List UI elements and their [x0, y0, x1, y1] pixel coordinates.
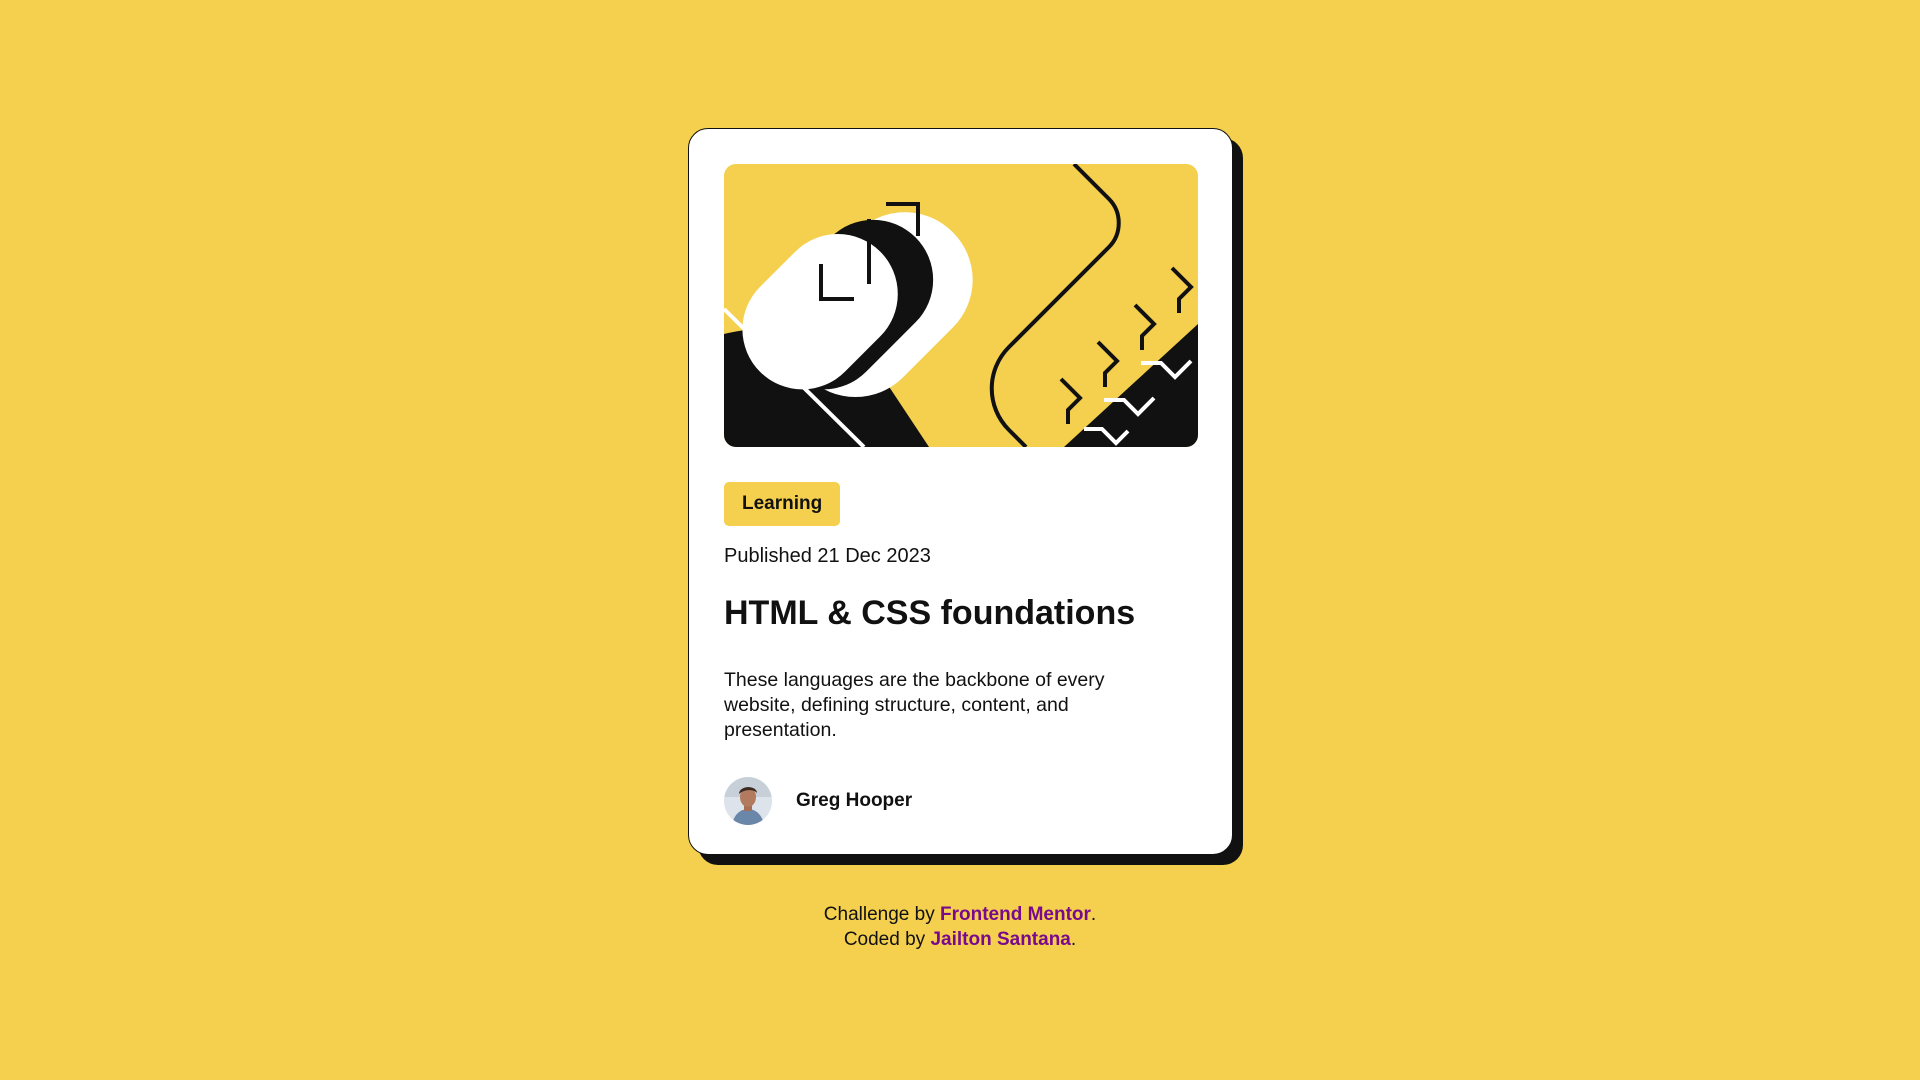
published-date: Published 21 Dec 2023: [724, 545, 931, 567]
blog-preview-card: Learning Published 21 Dec 2023 HTML & CS…: [688, 128, 1233, 855]
frontend-mentor-link[interactable]: Frontend Mentor: [940, 904, 1091, 925]
coded-line: Coded by Jailton Santana.: [0, 927, 1920, 952]
challenge-prefix: Challenge by: [823, 904, 935, 925]
avatar-icon: [724, 777, 772, 825]
author-link[interactable]: Jailton Santana: [930, 929, 1070, 950]
author-name: Greg Hooper: [796, 790, 913, 811]
coded-prefix: Coded by: [843, 929, 926, 950]
coded-period: .: [1070, 929, 1077, 950]
card-title[interactable]: HTML & CSS foundations: [724, 593, 1197, 633]
challenge-line: Challenge by Frontend Mentor.: [0, 902, 1920, 927]
code-brackets-illustration: [724, 164, 1198, 447]
category-tag: Learning: [724, 482, 841, 526]
challenge-period: .: [1090, 904, 1097, 925]
card-description: These languages are the backbone of ever…: [724, 669, 1105, 741]
author: Greg Hooper: [724, 777, 1197, 825]
attribution: Challenge by Frontend Mentor. Coded by J…: [0, 902, 1920, 952]
